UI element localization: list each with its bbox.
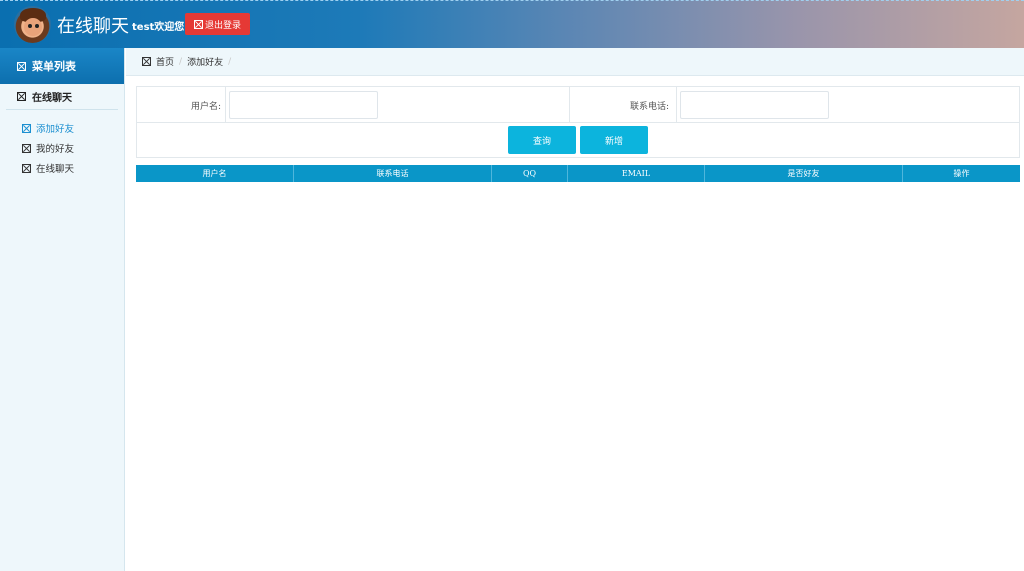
welcome-text: test欢迎您! [132,22,189,33]
top-header: 在线聊天 test欢迎您! 退出登录 [0,0,1024,48]
my-friends-icon [22,143,31,153]
breadcrumb-home[interactable]: 首页 [156,55,174,68]
menu-group-chat[interactable]: 在线聊天 [6,84,118,110]
menu-icon [17,61,26,71]
logout-label: 退出登录 [204,20,241,31]
avatar [14,6,51,43]
breadcrumb: 首页 / 添加好友 / [126,48,1024,76]
chat-group-icon [17,92,26,101]
menu-header: 菜单列表 [0,48,124,84]
sidebar: 菜单列表 在线聊天 添加好友 我的好友 在线聊天 [0,48,125,571]
sidebar-item-online-chat[interactable]: 在线聊天 [0,158,124,178]
username-input[interactable] [229,91,378,119]
username-label: 用户名: [190,101,221,112]
column-header[interactable]: QQ [492,165,568,182]
sidebar-item-my-friends[interactable]: 我的好友 [0,138,124,158]
menu-title: 菜单列表 [32,60,76,73]
home-icon [142,57,151,66]
add-button[interactable]: 新增 [580,126,648,154]
column-header[interactable]: EMAIL [568,165,705,182]
phone-input[interactable] [680,91,829,119]
online-chat-icon [22,163,31,173]
sidebar-item-label: 添加好友 [36,124,75,135]
column-header[interactable]: 联系电话 [294,165,492,182]
column-header[interactable]: 操作 [903,165,1020,182]
menu-group-label: 在线聊天 [32,93,72,104]
app-title: 在线聊天 [57,16,129,37]
query-button[interactable]: 查询 [508,126,576,154]
logout-icon [193,19,203,29]
logout-button[interactable]: 退出登录 [185,13,250,35]
breadcrumb-current: 添加好友 [187,58,224,68]
sidebar-item-label: 我的好友 [36,144,75,155]
sidebar-item-add-friend[interactable]: 添加好友 [0,118,124,138]
add-friend-icon [22,123,31,133]
search-form: 用户名: 联系电话: 查询 新增 [136,86,1020,158]
column-header[interactable]: 是否好友 [705,165,903,182]
breadcrumb-separator: / [228,56,232,67]
breadcrumb-separator: / [179,56,183,67]
column-header[interactable]: 用户名 [136,165,294,182]
table-header: 用户名 联系电话 QQ EMAIL 是否好友 操作 [136,165,1020,182]
sidebar-item-label: 在线聊天 [36,164,75,175]
phone-label: 联系电话: [629,101,669,112]
